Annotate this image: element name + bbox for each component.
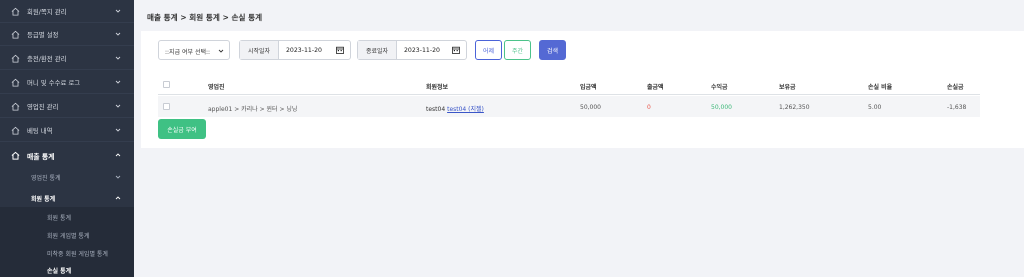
chevron-up-icon — [115, 153, 121, 157]
home-icon — [11, 126, 20, 135]
col-withdraw: 출금액 — [647, 84, 664, 91]
home-icon — [11, 102, 20, 111]
sidebar-item-label: 머니 및 수수료 로그 — [27, 79, 81, 87]
chevron-down-icon — [115, 80, 121, 84]
sidebar-item-partners[interactable]: 영업진 관리 — [0, 95, 134, 118]
chevron-down-icon — [115, 104, 121, 108]
col-loss-rate: 손실 비율 — [868, 84, 893, 91]
sidebar-sub-partner-stats[interactable]: 영업진 통계 — [31, 173, 61, 182]
select-value: ::지급 여부 선택:: — [165, 49, 211, 56]
breadcrumb: 매출 통계 > 회원 통계 > 손실 통계 — [147, 13, 263, 22]
cell-withdraw: 0 — [647, 104, 651, 111]
calendar-icon[interactable] — [452, 46, 460, 54]
end-date-group: 종료일자 2023-11-20 — [357, 40, 467, 60]
home-icon — [11, 54, 20, 63]
cell-member-id: test04 — [426, 106, 446, 113]
payment-status-select[interactable]: ::지급 여부 선택:: — [158, 40, 230, 60]
start-date-group: 시작일자 2023-11-20 — [239, 40, 351, 60]
start-date-input[interactable]: 2023-11-20 — [279, 41, 350, 59]
col-loss: 손실금 — [947, 84, 964, 91]
home-icon — [11, 30, 20, 39]
select-all-checkbox[interactable] — [163, 81, 170, 88]
table-header: 영업진 회원정보 입금액 출금액 수익금 보유금 손실 비율 손실금 — [158, 74, 980, 95]
home-icon — [11, 7, 20, 16]
col-profit: 수익금 — [711, 84, 728, 91]
sidebar-item-members[interactable]: 회원/쪽지 관리 — [0, 0, 134, 23]
sidebar-sub-item-member-game-stats[interactable]: 회원 게임별 통계 — [47, 231, 89, 240]
cell-loss-rate: 5.00 — [868, 104, 882, 111]
cell-deposit: 50,000 — [580, 104, 601, 111]
cell-loss: -1,638 — [947, 104, 967, 111]
col-partner: 영업진 — [208, 84, 225, 91]
table-row: apple01 > 카리나 > 윈터 > 닝닝 test04 test04 (지… — [158, 96, 980, 117]
end-date-label: 종료일자 — [358, 41, 397, 59]
week-button[interactable]: 주간 — [504, 40, 531, 60]
row-checkbox[interactable] — [163, 103, 170, 110]
yesterday-button[interactable]: 어제 — [475, 40, 502, 60]
col-deposit: 입금액 — [580, 84, 597, 91]
cell-partner: apple01 > 카리나 > 윈터 > 닝닝 — [208, 106, 298, 113]
cell-profit: 50,000 — [711, 104, 732, 111]
home-icon — [11, 78, 20, 87]
award-loss-button[interactable]: 손실금 부여 — [158, 119, 206, 139]
chevron-down-icon — [115, 32, 121, 36]
sidebar-item-label: 매출 통계 — [27, 153, 55, 161]
sidebar-item-label: 등급별 설정 — [27, 31, 59, 39]
sidebar-item-money-log[interactable]: 머니 및 수수료 로그 — [0, 71, 134, 94]
search-button[interactable]: 검색 — [539, 40, 566, 60]
sidebar-sub-member-stats[interactable]: 회원 통계 — [31, 194, 55, 203]
sidebar-item-charge-exchange[interactable]: 충전/환전 관리 — [0, 47, 134, 70]
sidebar-item-label: 충전/환전 관리 — [27, 55, 67, 63]
member-link[interactable]: test04 (지젤) — [447, 106, 484, 113]
sidebar-sub-item-member-stats[interactable]: 회원 통계 — [47, 213, 71, 222]
calendar-icon[interactable] — [336, 46, 344, 54]
sidebar-item-bets[interactable]: 베팅 내역 — [0, 119, 134, 142]
start-date-label: 시작일자 — [240, 41, 279, 59]
end-date-input[interactable]: 2023-11-20 — [397, 41, 466, 59]
home-icon — [11, 151, 20, 160]
end-date-value: 2023-11-20 — [404, 47, 440, 54]
chevron-down-icon — [115, 128, 121, 132]
chevron-down-icon — [115, 56, 121, 60]
chevron-up-icon — [115, 196, 121, 200]
sidebar-item-grades[interactable]: 등급별 설정 — [0, 23, 134, 46]
chevron-down-icon — [115, 175, 121, 179]
chevron-down-icon — [218, 49, 224, 53]
cell-balance: 1,262,350 — [779, 104, 810, 111]
sidebar: 회원/쪽지 관리 등급별 설정 충전/환전 관리 머니 및 수수료 로그 영업진… — [0, 0, 134, 277]
cell-member-info: test04 test04 (지젤) — [426, 104, 484, 113]
sidebar-sub-item-loss-stats[interactable]: 손실 통계 — [47, 266, 71, 275]
col-balance: 보유금 — [779, 84, 796, 91]
sidebar-item-label: 베팅 내역 — [27, 127, 53, 135]
start-date-value: 2023-11-20 — [286, 47, 322, 54]
sidebar-item-label: 회원/쪽지 관리 — [27, 8, 67, 16]
col-member-info: 회원정보 — [426, 84, 449, 91]
sidebar-item-label: 영업진 관리 — [27, 103, 59, 111]
chevron-down-icon — [115, 9, 121, 13]
sidebar-sub-item-unpaid-member-game-stats[interactable]: 미착중 회원 게임별 통계 — [47, 249, 108, 258]
sidebar-item-sales-stats[interactable]: 매출 통계 — [0, 144, 134, 167]
